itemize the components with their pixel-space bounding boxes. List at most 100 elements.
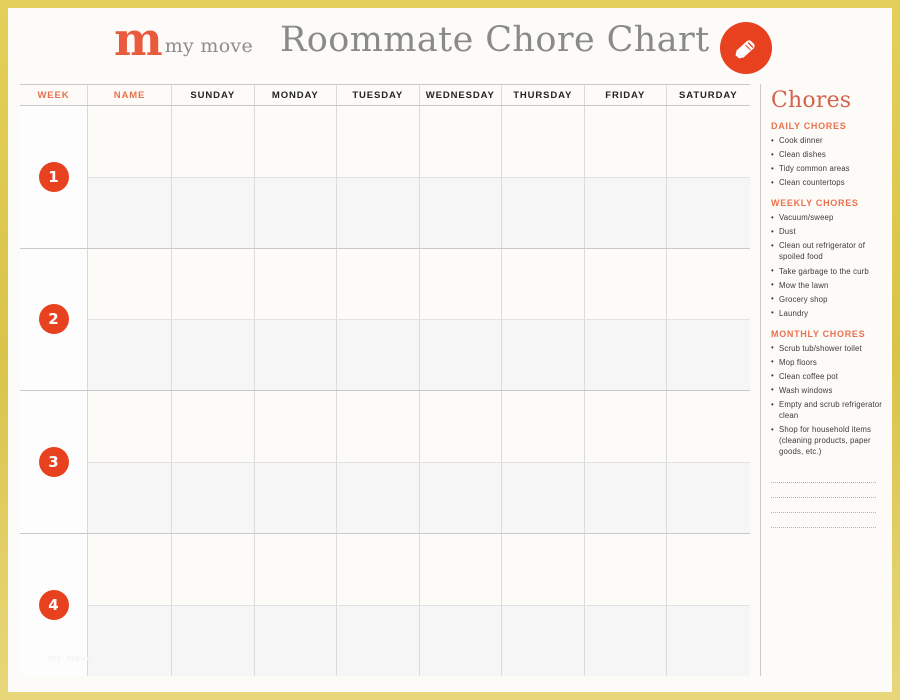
cell-sunday[interactable]	[172, 177, 255, 248]
cell-monday[interactable]	[255, 533, 337, 605]
list-item: Wash windows	[771, 384, 884, 396]
list-item: Clean countertops	[771, 177, 884, 188]
cell-sunday[interactable]	[172, 462, 255, 533]
cell-monday[interactable]	[255, 177, 337, 248]
cell-sunday[interactable]	[172, 533, 255, 605]
cell-wednesday[interactable]	[420, 177, 502, 248]
name-cell[interactable]	[88, 248, 172, 320]
week-number-cell: 3	[20, 391, 88, 533]
name-cell[interactable]	[88, 391, 172, 462]
week-subrows	[88, 106, 750, 248]
list-item: Tidy common areas	[771, 163, 884, 174]
blank-line[interactable]	[771, 483, 876, 499]
table-header-row: WEEK NAME SUNDAY MONDAY TUESDAY WEDNESDA…	[20, 85, 750, 106]
cell-thursday[interactable]	[502, 605, 585, 676]
entry-row	[88, 391, 750, 462]
cell-wednesday[interactable]	[420, 605, 502, 676]
entry-row	[88, 533, 750, 605]
page-header: m my move Roommate Chore Chart	[8, 8, 892, 82]
cell-wednesday[interactable]	[420, 391, 502, 462]
name-cell[interactable]	[88, 106, 172, 177]
cell-thursday[interactable]	[502, 177, 585, 248]
cell-saturday[interactable]	[667, 534, 750, 605]
cell-tuesday[interactable]	[337, 320, 420, 390]
cell-thursday[interactable]	[502, 533, 585, 605]
cell-friday[interactable]	[585, 605, 667, 676]
name-cell[interactable]	[88, 605, 172, 676]
cell-saturday[interactable]	[667, 320, 750, 390]
column-header-saturday: SATURDAY	[679, 89, 738, 101]
section-heading-daily: DAILY CHORES	[771, 121, 847, 131]
column-header-name: NAME	[88, 85, 172, 105]
cell-thursday[interactable]	[502, 248, 585, 320]
cell-thursday[interactable]	[502, 320, 585, 390]
cell-friday[interactable]	[585, 391, 667, 462]
cell-tuesday[interactable]	[337, 462, 420, 533]
cell-tuesday[interactable]	[337, 605, 420, 676]
list-item: Mop floors	[771, 356, 884, 368]
name-cell[interactable]	[88, 177, 172, 248]
cell-wednesday[interactable]	[420, 106, 502, 177]
cell-saturday[interactable]	[667, 463, 750, 533]
name-cell[interactable]	[88, 533, 172, 605]
page-title: Roommate Chore Chart	[280, 20, 710, 60]
cell-sunday[interactable]	[172, 320, 255, 390]
cell-thursday[interactable]	[502, 462, 585, 533]
cell-monday[interactable]	[255, 320, 337, 390]
week-subrows	[88, 533, 750, 676]
cell-tuesday[interactable]	[337, 248, 420, 320]
cell-sunday[interactable]	[172, 391, 255, 462]
entry-row	[88, 106, 750, 177]
logo-wordmark: my move	[164, 35, 254, 58]
cell-monday[interactable]	[255, 248, 337, 320]
cell-friday[interactable]	[585, 462, 667, 533]
cell-tuesday[interactable]	[337, 177, 420, 248]
list-item: Scrub tub/shower toilet	[771, 342, 884, 354]
cell-wednesday[interactable]	[420, 462, 502, 533]
chores-title: Chores	[771, 88, 852, 113]
table-row: 1	[20, 106, 750, 249]
cell-saturday[interactable]	[667, 606, 750, 676]
cell-sunday[interactable]	[172, 248, 255, 320]
mymove-logo[interactable]: m my move	[114, 16, 254, 62]
cell-saturday[interactable]	[667, 249, 750, 320]
name-cell[interactable]	[88, 462, 172, 533]
cell-tuesday[interactable]	[337, 533, 420, 605]
cell-friday[interactable]	[585, 106, 667, 177]
entry-row	[88, 176, 750, 248]
blank-line[interactable]	[771, 513, 876, 529]
cell-tuesday[interactable]	[337, 106, 420, 177]
week-badge: 3	[38, 446, 69, 477]
cell-wednesday[interactable]	[420, 320, 502, 390]
list-item: Clean dishes	[771, 149, 884, 160]
entry-row	[88, 319, 750, 390]
cell-saturday[interactable]	[667, 178, 750, 248]
list-item: Take garbage to the curb	[771, 265, 884, 277]
cell-monday[interactable]	[255, 605, 337, 676]
cell-saturday[interactable]	[667, 106, 750, 177]
list-item: Shop for household items (cleaning produ…	[771, 424, 884, 457]
cell-monday[interactable]	[255, 462, 337, 533]
cell-sunday[interactable]	[172, 605, 255, 676]
week-badge: 2	[38, 304, 69, 335]
column-header-sunday: SUNDAY	[172, 85, 255, 105]
cell-friday[interactable]	[585, 177, 667, 248]
cell-monday[interactable]	[255, 106, 337, 177]
cell-sunday[interactable]	[172, 106, 255, 177]
name-cell[interactable]	[88, 320, 172, 390]
blank-line[interactable]	[771, 468, 876, 484]
cell-wednesday[interactable]	[420, 533, 502, 605]
blank-line[interactable]	[771, 498, 876, 514]
cell-friday[interactable]	[585, 533, 667, 605]
cell-tuesday[interactable]	[337, 391, 420, 462]
cell-thursday[interactable]	[502, 106, 585, 177]
cell-wednesday[interactable]	[420, 248, 502, 320]
cell-friday[interactable]	[585, 320, 667, 390]
brush-icon	[720, 22, 772, 74]
cell-saturday[interactable]	[667, 391, 750, 462]
cell-friday[interactable]	[585, 248, 667, 320]
cell-monday[interactable]	[255, 391, 337, 462]
list-item: Cook dinner	[771, 134, 884, 146]
table-row: 3	[20, 391, 750, 534]
cell-thursday[interactable]	[502, 391, 585, 462]
